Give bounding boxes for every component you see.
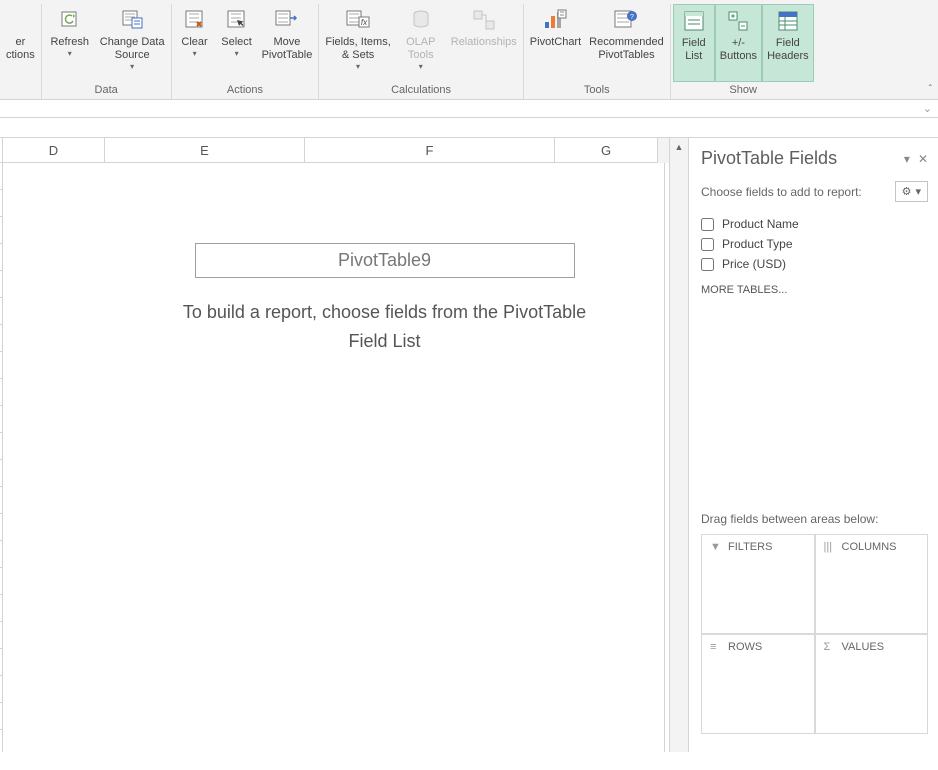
group-label-tools: Tools xyxy=(526,82,668,99)
plus-minus-buttons-button[interactable]: +/- Buttons xyxy=(715,4,762,82)
group-partial: er ctions xyxy=(0,4,42,99)
group-data: Refresh ▾ Change Data Source ▾ Data xyxy=(42,4,172,99)
relationships-button: Relationships xyxy=(447,4,521,82)
scroll-thumb[interactable] xyxy=(670,156,688,752)
close-icon[interactable]: ✕ xyxy=(918,152,928,166)
field-list-button[interactable]: Field List xyxy=(673,4,715,82)
pivot-areas: ▼ FILTERS ||| COLUMNS ≡ ROWS Σ VAL xyxy=(701,534,928,734)
move-pivottable-button[interactable]: Move PivotTable xyxy=(258,4,317,82)
ribbon: er ctions Refresh ▾ Change Data Source ▾… xyxy=(0,0,938,100)
group-label-calculations: Calculations xyxy=(321,82,520,99)
checkbox-product-name[interactable] xyxy=(701,218,714,231)
dropdown-caret-icon: ▾ xyxy=(68,49,72,59)
pivottable-placeholder[interactable]: PivotTable9 To build a report, choose fi… xyxy=(105,163,665,752)
collapse-ribbon-icon[interactable]: ˆ xyxy=(929,84,932,95)
filter-icon: ▼ xyxy=(710,541,722,553)
field-label: Price (USD) xyxy=(722,257,786,271)
choose-fields-label: Choose fields to add to report: xyxy=(701,185,862,199)
column-header-e[interactable]: E xyxy=(105,138,305,163)
group-calculations: fx Fields, Items, & Sets ▾ OLAP Tools ▾ … xyxy=(319,4,523,99)
gear-icon: ⚙ xyxy=(902,185,912,198)
scroll-up-icon[interactable]: ▲ xyxy=(670,138,688,156)
clear-button[interactable]: Clear ▾ xyxy=(174,4,216,82)
pane-title: PivotTable Fields xyxy=(701,148,837,169)
row-gutter xyxy=(0,163,3,752)
recommended-pivottables-button[interactable]: ? Recommended PivotTables xyxy=(585,4,668,82)
dropdown-caret-icon: ▾ xyxy=(130,62,134,72)
drag-instruction: Drag fields between areas below: xyxy=(701,512,928,526)
pane-settings-button[interactable]: ⚙ ▾ xyxy=(895,181,928,202)
field-label: Product Name xyxy=(722,217,799,231)
area-label: COLUMNS xyxy=(842,541,897,553)
olap-tools-button: OLAP Tools ▾ xyxy=(395,4,447,82)
field-price-usd[interactable]: Price (USD) xyxy=(701,254,928,274)
field-headers-button[interactable]: Field Headers xyxy=(762,4,814,82)
group-show: Field List +/- Buttons Field Headers Sho… xyxy=(671,4,816,99)
column-header-f[interactable]: F xyxy=(305,138,555,163)
partial-button[interactable]: er ctions xyxy=(2,4,39,94)
group-label-show: Show xyxy=(673,82,814,99)
dropdown-caret-icon: ▾ xyxy=(193,49,197,59)
pivottable-name-box: PivotTable9 xyxy=(195,243,575,278)
formula-bar-area: ⌄ xyxy=(0,100,938,118)
olap-icon xyxy=(407,6,435,34)
svg-text:?: ? xyxy=(631,14,635,21)
area-label: VALUES xyxy=(842,641,885,653)
field-product-type[interactable]: Product Type xyxy=(701,234,928,254)
field-label: Product Type xyxy=(722,237,793,251)
dropdown-caret-icon: ▾ xyxy=(356,62,360,72)
column-header-g[interactable]: G xyxy=(555,138,658,163)
plusminus-icon xyxy=(724,7,752,35)
field-product-name[interactable]: Product Name xyxy=(701,214,928,234)
refresh-button[interactable]: Refresh ▾ xyxy=(44,4,96,82)
more-tables-link[interactable]: MORE TABLES... xyxy=(701,284,928,296)
select-icon xyxy=(223,6,251,34)
spacer-bar xyxy=(0,118,938,138)
refresh-icon xyxy=(56,6,84,34)
relationships-icon xyxy=(470,6,498,34)
column-headers: D E F G xyxy=(0,138,669,163)
fields-items-icon: fx xyxy=(344,6,372,34)
area-label: ROWS xyxy=(728,641,762,653)
column-header-d[interactable]: D xyxy=(3,138,105,163)
move-icon xyxy=(273,6,301,34)
area-filters[interactable]: ▼ FILTERS xyxy=(701,534,815,634)
group-label-actions: Actions xyxy=(174,82,317,99)
main-area: D E F G PivotTable9 To build a report, c… xyxy=(0,138,938,752)
pivottable-instruction: To build a report, choose fields from th… xyxy=(165,298,604,356)
pivotchart-icon xyxy=(541,6,569,34)
area-label: FILTERS xyxy=(728,541,772,553)
sigma-icon: Σ xyxy=(824,641,836,653)
dropdown-caret-icon: ▾ xyxy=(915,185,921,198)
recommended-icon: ? xyxy=(612,6,640,34)
group-actions: Clear ▾ Select ▾ Move PivotTable Actions xyxy=(172,4,320,99)
dropdown-caret-icon: ▾ xyxy=(235,49,239,59)
select-button[interactable]: Select ▾ xyxy=(216,4,258,82)
area-rows[interactable]: ≡ ROWS xyxy=(701,634,815,734)
area-values[interactable]: Σ VALUES xyxy=(815,634,929,734)
columns-icon: ||| xyxy=(824,541,836,553)
area-columns[interactable]: ||| COLUMNS xyxy=(815,534,929,634)
rows-icon: ≡ xyxy=(710,641,722,653)
checkbox-product-type[interactable] xyxy=(701,238,714,251)
fields-items-sets-button[interactable]: fx Fields, Items, & Sets ▾ xyxy=(321,4,394,82)
change-data-source-button[interactable]: Change Data Source ▾ xyxy=(96,4,169,82)
checkbox-price-usd[interactable] xyxy=(701,258,714,271)
spreadsheet[interactable]: D E F G PivotTable9 To build a report, c… xyxy=(0,138,670,752)
svg-text:fx: fx xyxy=(361,18,368,27)
field-list-icon xyxy=(680,7,708,35)
field-headers-icon xyxy=(774,7,802,35)
group-tools: PivotChart ? Recommended PivotTables Too… xyxy=(524,4,671,99)
clear-icon xyxy=(181,6,209,34)
expand-formula-icon[interactable]: ⌄ xyxy=(923,102,932,115)
pivotchart-button[interactable]: PivotChart xyxy=(526,4,585,82)
pane-menu-icon[interactable]: ▾ xyxy=(904,152,910,166)
pivottable-fields-pane: PivotTable Fields ▾ ✕ Choose fields to a… xyxy=(688,138,938,752)
vertical-scrollbar[interactable]: ▲ xyxy=(670,138,688,752)
dropdown-caret-icon: ▾ xyxy=(419,62,423,72)
data-source-icon xyxy=(118,6,146,34)
group-label-data: Data xyxy=(44,82,169,99)
